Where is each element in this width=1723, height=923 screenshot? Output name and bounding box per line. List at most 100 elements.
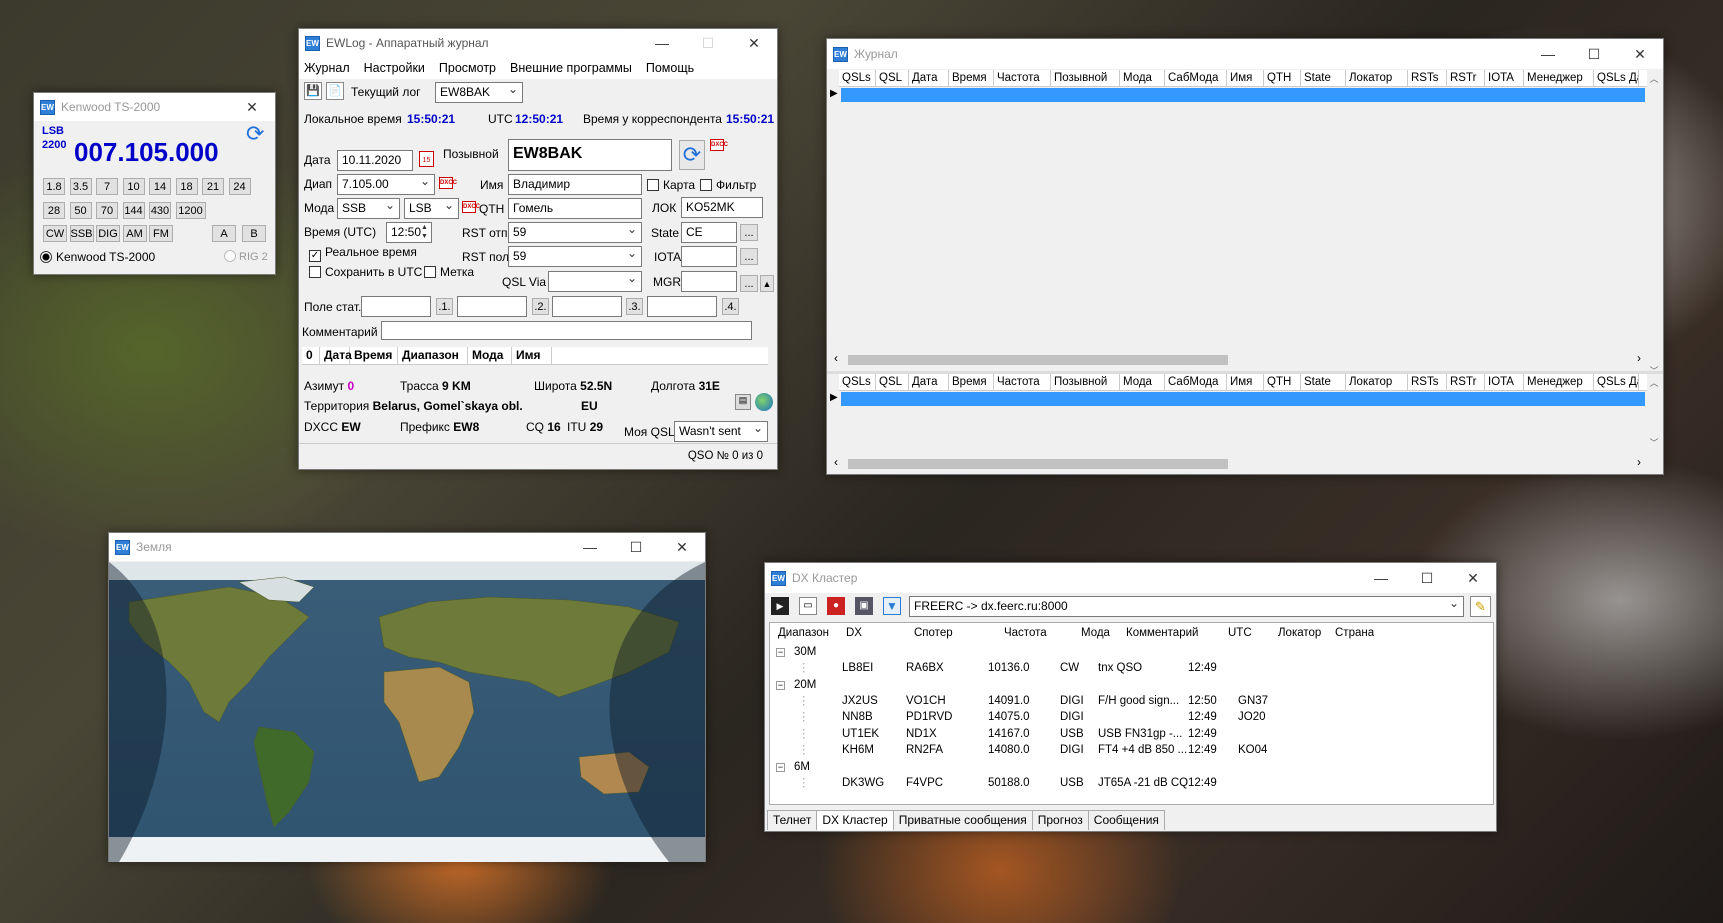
journal-selected-row[interactable] [841,88,1645,102]
calendar-icon[interactable]: 15 [419,151,434,167]
collapse-icon[interactable]: − [776,648,785,657]
vfo-b-button[interactable]: B [242,225,266,242]
rst-rcvd-select[interactable]: 59 [508,246,642,267]
journal-column[interactable]: Локатор [1346,374,1408,390]
qso-table-column[interactable]: Имя [512,347,552,364]
minimize-icon[interactable]: — [1525,40,1571,68]
band-select[interactable]: 7.105.00 [337,174,435,195]
journal-column[interactable]: QTH [1264,70,1301,86]
mode-button[interactable]: AM [122,225,147,242]
menu-external[interactable]: Внешние программы [510,57,632,79]
cluster-tab[interactable]: Приватные сообщения [892,810,1033,830]
dxcc-icon[interactable]: DXCC [710,139,728,151]
vertical-scrollbar[interactable]: ︿﹀ [1647,72,1661,382]
cluster-spot-row[interactable]: ⋮ JX2US VO1CH 14091.0 DIGI F/H good sign... 12… [770,693,1493,711]
stat-button-1[interactable]: .1. [436,298,453,315]
band-button[interactable]: 3.5 [69,178,92,195]
cluster-column[interactable]: Диапазон [778,627,829,639]
qso-table-column[interactable]: Диапазон [398,347,468,364]
new-doc-icon[interactable]: ▭ [799,597,817,615]
qslvia-select[interactable] [548,271,642,292]
cluster-tab[interactable]: Телнет [767,810,818,830]
cluster-column[interactable]: Локатор [1278,627,1321,639]
close-icon[interactable]: ✕ [229,93,275,121]
comment-input[interactable] [381,321,752,340]
cluster-tab[interactable]: Сообщения [1087,810,1165,830]
journal-column[interactable]: RSTs [1408,374,1447,390]
stat-input-3[interactable] [647,296,717,317]
name-input[interactable]: Владимир [508,174,642,195]
journal-column[interactable]: Мода [1120,70,1165,86]
band-button[interactable]: 10 [122,178,145,195]
rig2-radio[interactable]: RIG 2 [224,250,268,263]
mode-button[interactable]: CW [43,225,67,242]
journal-column[interactable]: QSLs Да [1594,70,1639,86]
mode-button[interactable]: SSB [69,225,94,242]
close-icon[interactable]: ✕ [731,29,777,57]
journal-titlebar[interactable]: EW Журнал — ☐ ✕ [827,39,1663,69]
cluster-spot-row[interactable]: ⋮ KH6M RN2FA 14080.0 DIGI FT4 +4 dB 850 ... 12… [770,742,1493,760]
close-icon[interactable]: ✕ [1450,564,1496,592]
date-input[interactable]: 10.11.2020 [337,150,413,171]
new-doc-icon[interactable]: 📄 [326,82,344,100]
journal-column[interactable]: Локатор [1346,70,1408,86]
journal-column[interactable]: Дата [909,374,949,390]
save-icon[interactable]: 💾 [304,82,322,100]
stat-input-1[interactable] [457,296,527,317]
world-map[interactable] [109,562,705,862]
journal-column[interactable]: СабМода [1165,70,1227,86]
menu-view[interactable]: Просмотр [439,57,496,79]
journal-column[interactable]: QTH [1264,374,1301,390]
qso-table-column[interactable]: Время [350,347,398,364]
submode-select[interactable]: LSB [404,198,459,219]
cluster-column[interactable]: UTC [1228,627,1252,639]
cluster-column[interactable]: Страна [1335,627,1374,639]
band-button[interactable]: 28 [43,202,65,219]
monitor-icon[interactable]: ▣ [855,597,873,615]
journal-column[interactable]: RSTr [1447,374,1485,390]
iota-input[interactable] [681,246,737,267]
journal-column[interactable]: Время [949,70,994,86]
journal-column[interactable]: Менеджер [1524,374,1594,390]
journal-column[interactable]: QSL [876,374,909,390]
mgr-browse-button[interactable]: ... [740,275,758,292]
band-button[interactable]: 70 [96,202,118,219]
save-utc-checkbox[interactable]: Сохранить в UTC [309,265,422,279]
callsign-input[interactable]: EW8BAK [508,139,672,171]
horizontal-scrollbar[interactable]: ‹ › [830,351,1645,368]
journal-column[interactable]: Позывной [1051,70,1120,86]
band-button[interactable]: 1200 [175,202,206,219]
journal-column[interactable]: QSLs Да [1594,374,1639,390]
kenwood-titlebar[interactable]: EW Kenwood TS-2000 ✕ [34,93,275,121]
qso-table-column[interactable]: Дата [320,347,352,364]
minimize-icon[interactable]: — [567,533,613,561]
journal-column[interactable]: State [1301,70,1346,86]
journal-column[interactable]: Менеджер [1524,70,1594,86]
vfo-a-button[interactable]: A [212,225,236,242]
cluster-column[interactable]: Частота [1004,627,1047,639]
qrz-icon[interactable]: ▤ [735,394,751,410]
globe-icon[interactable] [755,393,773,411]
cluster-column[interactable]: Комментарий [1126,627,1198,639]
state-browse-button[interactable]: ... [740,224,758,241]
map-checkbox[interactable]: Карта [647,178,695,192]
journal-column[interactable]: Время [949,374,994,390]
journal-column[interactable]: Имя [1227,374,1264,390]
dxcc-icon[interactable]: DXCC [462,201,480,213]
band-button[interactable]: 430 [149,202,171,219]
horizontal-scrollbar-lower[interactable]: ‹ › [830,455,1645,472]
band-button[interactable]: 50 [69,202,92,219]
cluster-column[interactable]: Мода [1081,627,1110,639]
earth-titlebar[interactable]: EW Земля — ☐ ✕ [109,533,705,561]
stat-button-4[interactable]: .4. [722,298,739,315]
cluster-titlebar[interactable]: EW DX Кластер — ☐ ✕ [765,563,1496,593]
mgr-input[interactable] [681,271,737,292]
journal-column[interactable]: IOTA [1485,70,1524,86]
journal-column[interactable]: QSL [876,70,909,86]
journal-selected-row-lower[interactable] [841,392,1645,406]
qso-table-column[interactable]: 0 [302,347,320,364]
minimize-icon[interactable]: — [1358,564,1404,592]
terminal-icon[interactable]: ▶ [771,597,789,615]
journal-column[interactable]: СабМода [1165,374,1227,390]
qth-input[interactable]: Гомель [508,198,642,219]
